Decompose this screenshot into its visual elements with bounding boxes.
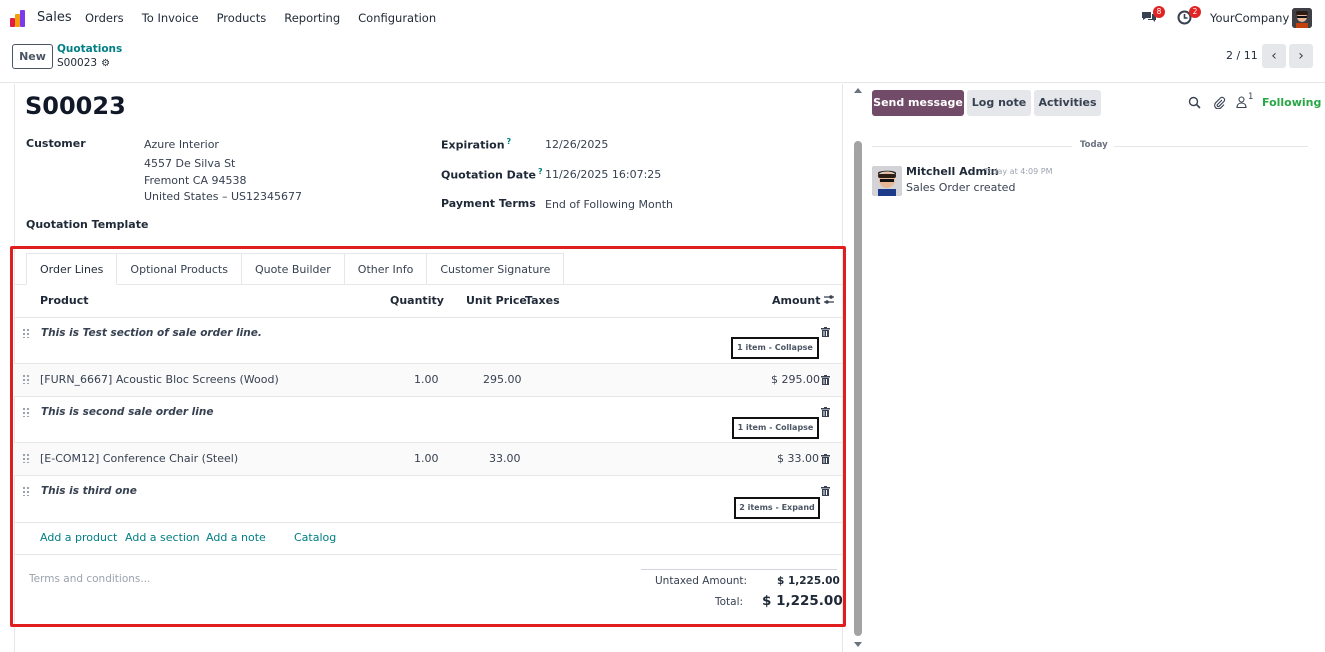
- quotation-date-field[interactable]: 11/26/2025 16:07:25: [545, 168, 661, 181]
- record-title: S00023: [25, 92, 126, 120]
- main-menu: Orders To Invoice Products Reporting Con…: [85, 11, 454, 25]
- message-body: Sales Order created: [906, 181, 1016, 194]
- menu-orders[interactable]: Orders: [85, 11, 124, 25]
- top-navbar: Sales Orders To Invoice Products Reporti…: [0, 0, 1325, 36]
- customer-street: 4557 De Silva St: [144, 157, 236, 170]
- activities-button[interactable]: Activities: [1034, 90, 1101, 116]
- search-icon[interactable]: [1188, 96, 1201, 109]
- author-avatar[interactable]: [872, 166, 902, 196]
- customer-label: Customer: [26, 137, 86, 150]
- followers-count: 1: [1248, 92, 1254, 102]
- scrollbar-thumb[interactable]: [854, 141, 862, 636]
- expiration-label-text: Expiration: [441, 138, 505, 152]
- expiration-field[interactable]: 12/26/2025: [545, 138, 608, 151]
- breadcrumb-current-label: S00023: [57, 57, 98, 69]
- sales-app-icon[interactable]: [10, 9, 30, 27]
- pager-previous-button[interactable]: ‹: [1262, 44, 1286, 68]
- date-divider-label: Today: [1080, 140, 1108, 150]
- user-avatar[interactable]: [1292, 8, 1312, 28]
- menu-products[interactable]: Products: [217, 11, 267, 25]
- messages-icon[interactable]: 8: [1141, 6, 1165, 26]
- scroll-down-arrow-icon[interactable]: [854, 642, 862, 647]
- send-message-button[interactable]: Send message: [872, 90, 964, 116]
- quotation-date-label: Quotation Date?: [441, 167, 543, 182]
- menu-configuration[interactable]: Configuration: [358, 11, 436, 25]
- customer-country: United States – US12345677: [144, 190, 303, 203]
- customer-city: Fremont CA 94538: [144, 174, 247, 187]
- quotation-template-label: Quotation Template: [26, 218, 149, 231]
- date-divider-right: [1114, 146, 1308, 147]
- expiration-label: Expiration?: [441, 137, 511, 152]
- paperclip-icon[interactable]: [1213, 96, 1226, 110]
- highlight-box: [10, 246, 846, 627]
- menu-reporting[interactable]: Reporting: [284, 11, 340, 25]
- menu-to-invoice[interactable]: To Invoice: [142, 11, 199, 25]
- chevron-left-icon: ‹: [1271, 48, 1277, 64]
- following-button[interactable]: Following: [1262, 96, 1321, 109]
- pager-value[interactable]: 2 / 11: [1226, 49, 1258, 62]
- scroll-up-arrow-icon[interactable]: [854, 88, 862, 93]
- app-name[interactable]: Sales: [37, 10, 72, 25]
- payment-terms-label: Payment Terms: [441, 197, 536, 210]
- date-divider-left: [872, 146, 1072, 147]
- breadcrumb-quotations[interactable]: Quotations: [57, 43, 122, 55]
- help-icon[interactable]: ?: [538, 167, 543, 176]
- company-switcher[interactable]: YourCompany: [1210, 11, 1289, 25]
- pager-next-button[interactable]: ›: [1289, 44, 1313, 68]
- messages-badge: 8: [1153, 6, 1165, 18]
- help-icon[interactable]: ?: [507, 137, 512, 146]
- control-panel: New Quotations S00023 ⚙ 2 / 11 ‹ ›: [0, 36, 1325, 83]
- message-time: Today at 4:09 PM: [984, 167, 1053, 176]
- quotation-date-label-text: Quotation Date: [441, 168, 536, 182]
- payment-terms-field[interactable]: End of Following Month: [545, 198, 673, 211]
- followers-icon[interactable]: 1: [1236, 92, 1258, 109]
- customer-name[interactable]: Azure Interior: [144, 138, 219, 151]
- activities-clock-icon[interactable]: 2: [1177, 6, 1201, 26]
- breadcrumb-current: S00023 ⚙: [57, 57, 110, 69]
- chevron-right-icon: ›: [1298, 48, 1304, 64]
- activities-badge: 2: [1189, 6, 1201, 18]
- gear-icon[interactable]: ⚙: [101, 58, 110, 69]
- new-button[interactable]: New: [12, 44, 53, 69]
- log-note-button[interactable]: Log note: [967, 90, 1031, 116]
